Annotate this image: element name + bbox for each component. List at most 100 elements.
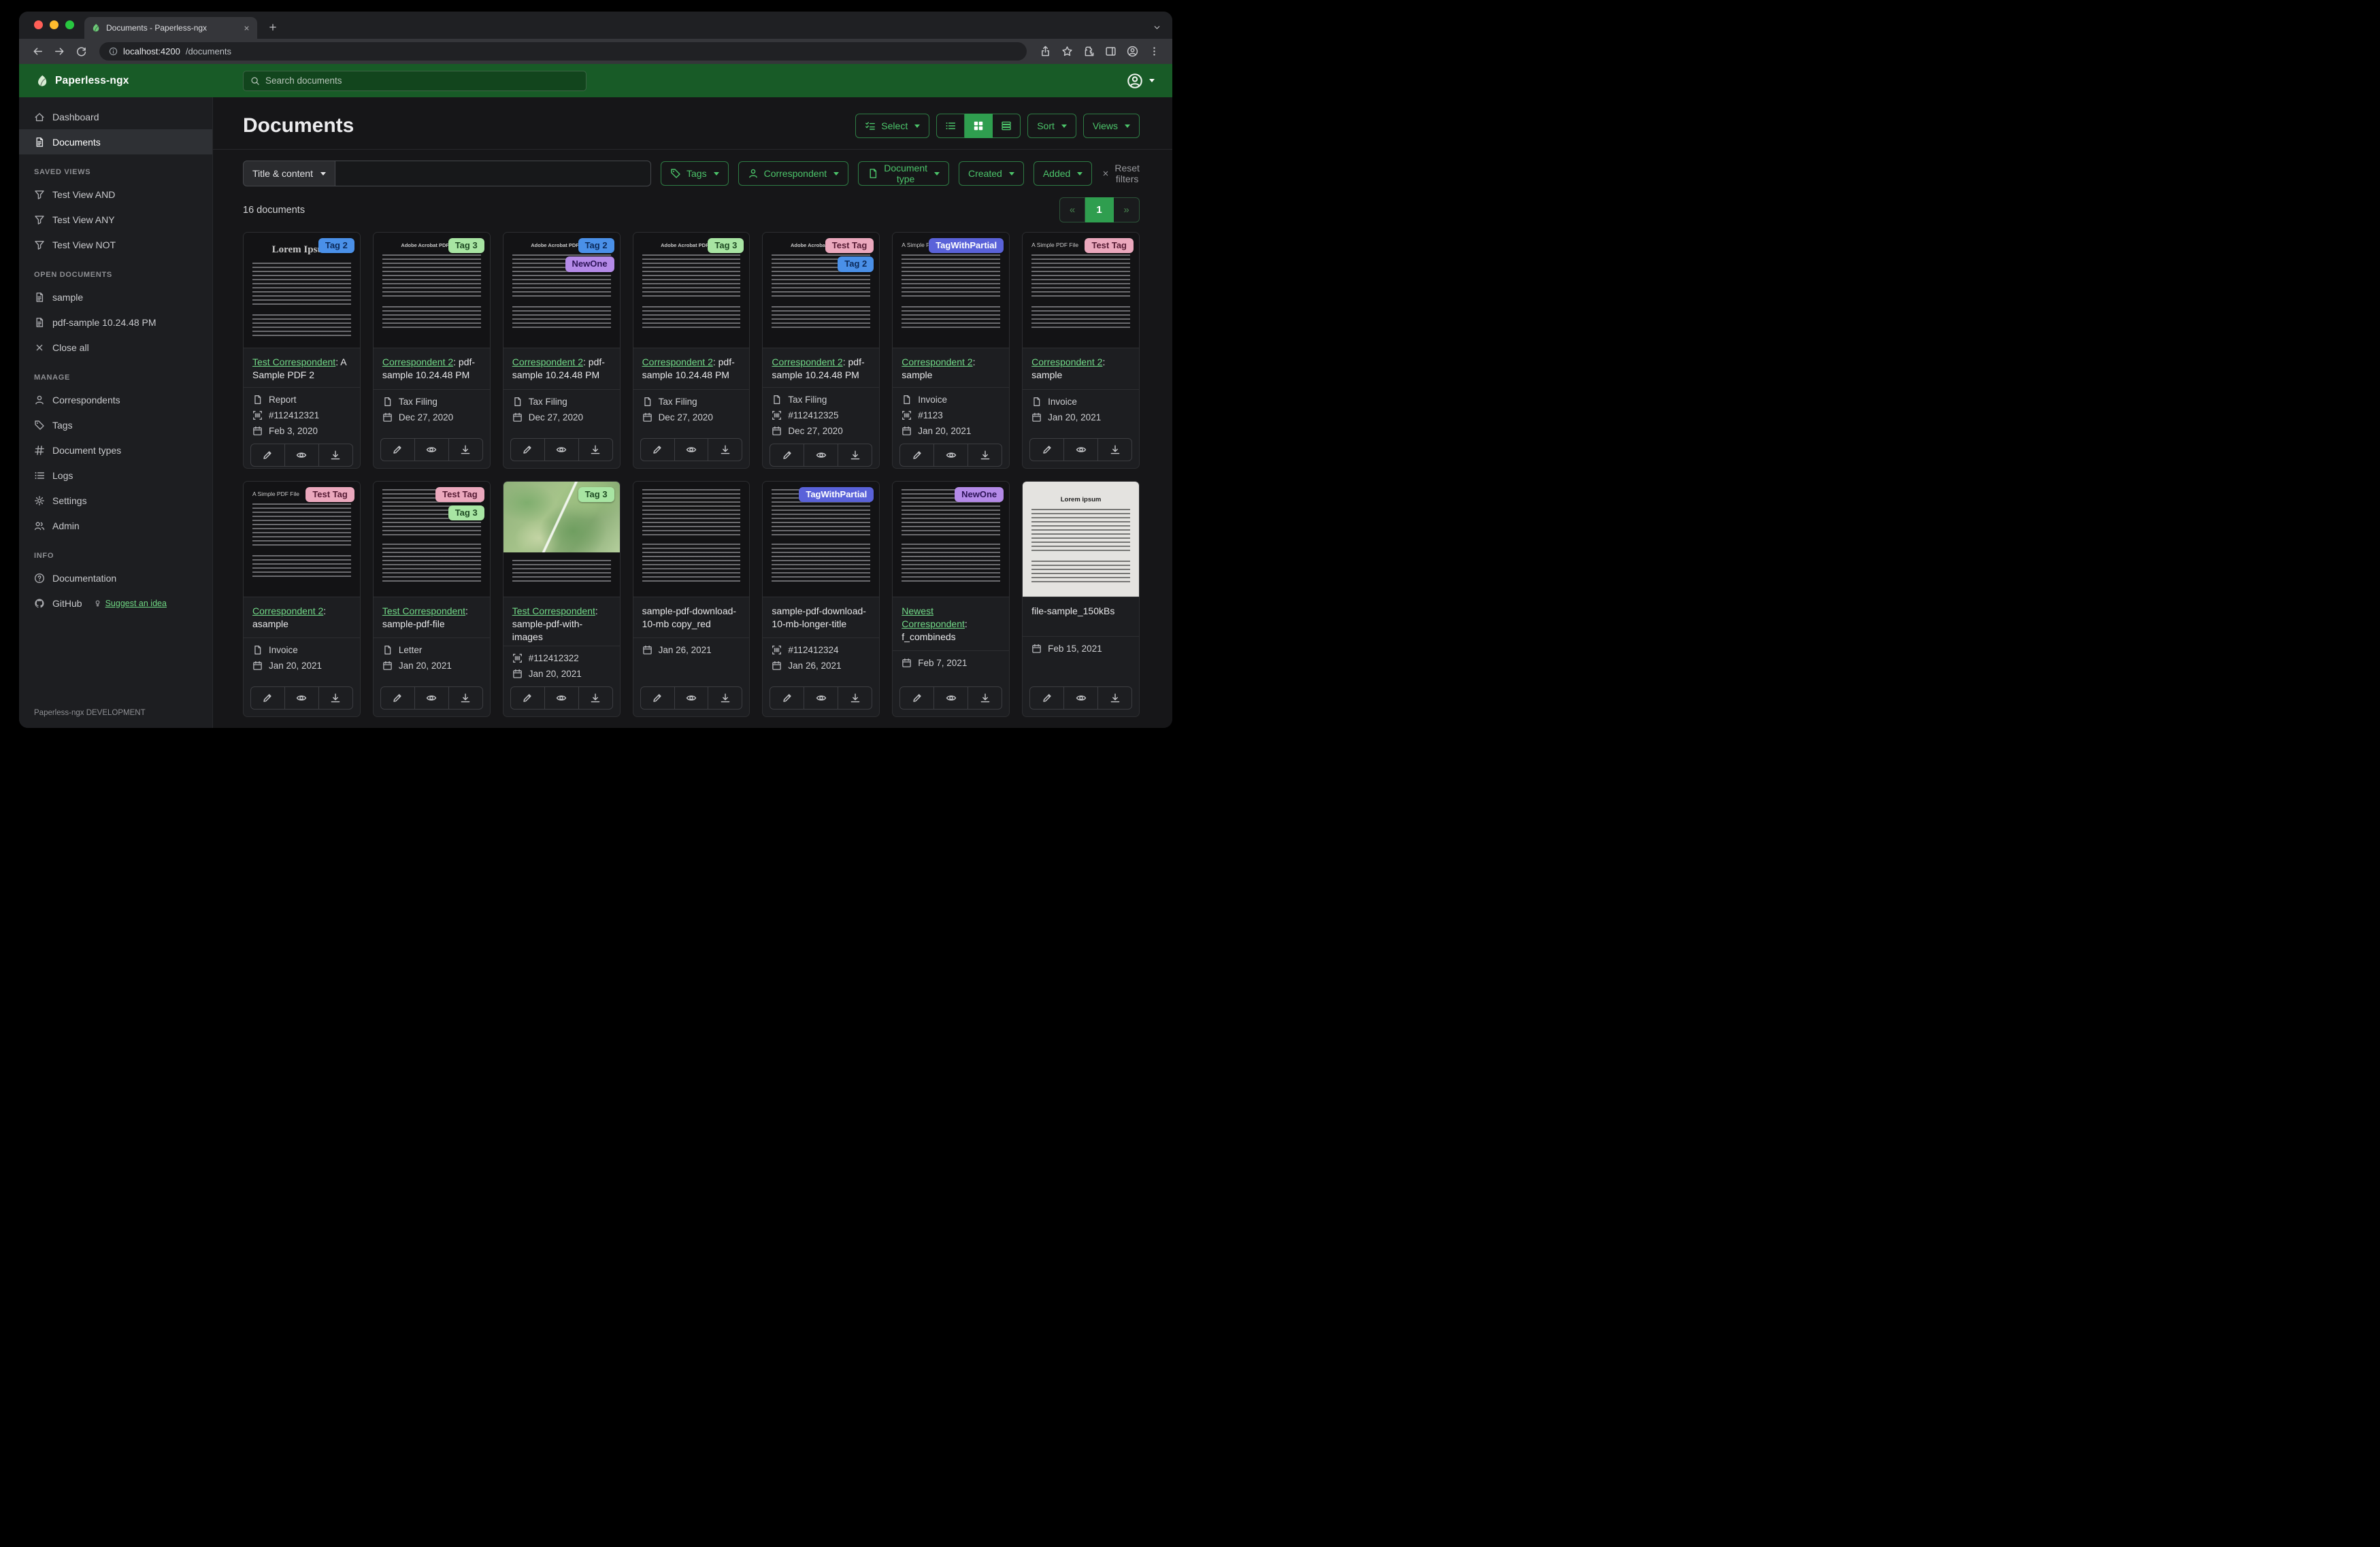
edit-button[interactable] xyxy=(1030,439,1063,461)
tag-badge[interactable]: Test Tag xyxy=(305,486,354,502)
document-thumbnail[interactable]: Lorem Ipsum Tag 2 xyxy=(244,233,360,348)
document-title[interactable]: Correspondent 2: pdf-sample 10.24.48 PM xyxy=(373,348,490,390)
tag-badge[interactable]: Tag 3 xyxy=(448,238,484,254)
document-title[interactable]: sample-pdf-download-10-mb-longer-title xyxy=(763,597,880,639)
reload-button[interactable] xyxy=(71,42,91,61)
tag-badge[interactable]: Tag 3 xyxy=(578,486,614,502)
select-button[interactable]: Select xyxy=(855,114,930,138)
preview-button[interactable] xyxy=(804,687,838,709)
address-bar[interactable]: localhost:4200/documents xyxy=(99,42,1027,61)
edit-button[interactable] xyxy=(251,444,284,466)
tag-badge[interactable]: Tag 3 xyxy=(708,238,744,254)
browser-menu-button[interactable] xyxy=(1144,42,1164,61)
tag-badge[interactable]: NewOne xyxy=(565,256,614,272)
detail-view-button[interactable] xyxy=(993,114,1021,138)
preview-button[interactable] xyxy=(674,687,708,709)
sidebar-item-admin[interactable]: Admin xyxy=(19,513,212,538)
sidebar-item-logs[interactable]: Logs xyxy=(19,463,212,488)
download-button[interactable] xyxy=(578,438,612,461)
preview-button[interactable] xyxy=(933,444,968,466)
edit-button[interactable] xyxy=(770,687,804,709)
tag-badge[interactable]: TagWithPartial xyxy=(929,238,1004,254)
edit-button[interactable] xyxy=(900,687,933,709)
sidebar-item-dashboard[interactable]: Dashboard xyxy=(19,104,212,129)
document-thumbnail[interactable]: Tag 3 xyxy=(503,481,620,597)
document-title[interactable]: sample-pdf-download-10-mb copy_red xyxy=(633,597,750,639)
browser-tab[interactable]: Documents - Paperless-ngx xyxy=(84,17,257,39)
download-button[interactable] xyxy=(448,687,482,709)
download-button[interactable] xyxy=(318,687,352,709)
sidebar-item-sample[interactable]: sample xyxy=(19,284,212,310)
preview-button[interactable] xyxy=(933,687,968,709)
new-tab-button[interactable] xyxy=(264,18,282,36)
sidebar-item-correspondents[interactable]: Correspondents xyxy=(19,387,212,412)
share-button[interactable] xyxy=(1035,42,1055,61)
bookmark-star-button[interactable] xyxy=(1057,42,1077,61)
preview-button[interactable] xyxy=(414,438,448,461)
preview-button[interactable] xyxy=(414,687,448,709)
zoom-window-button[interactable] xyxy=(65,20,74,29)
correspondent-link[interactable]: Correspondent 2 xyxy=(772,356,842,367)
sidebar-item-documentation[interactable]: Documentation xyxy=(19,565,212,590)
edit-button[interactable] xyxy=(1030,687,1063,709)
document-thumbnail[interactable]: Lorem ipsum xyxy=(1023,481,1139,597)
side-panel-button[interactable] xyxy=(1100,42,1121,61)
document-thumbnail[interactable]: Test Tag Tag 3 xyxy=(373,481,490,597)
preview-button[interactable] xyxy=(1063,438,1097,461)
download-button[interactable] xyxy=(838,444,872,466)
reset-filters-button[interactable]: Reset filters xyxy=(1102,163,1140,184)
tag-badge[interactable]: Test Tag xyxy=(825,238,874,254)
close-window-button[interactable] xyxy=(34,20,43,29)
edit-button[interactable] xyxy=(641,439,674,461)
correspondent-link[interactable]: Correspondent 2 xyxy=(642,356,713,367)
document-title[interactable]: file-sample_150kBs xyxy=(1023,597,1139,637)
page-prev-button[interactable]: « xyxy=(1059,197,1085,222)
filter-document-type-button[interactable]: Document type xyxy=(858,161,950,186)
edit-button[interactable] xyxy=(381,439,414,461)
preview-button[interactable] xyxy=(804,444,838,466)
filter-added-button[interactable]: Added xyxy=(1033,161,1093,186)
sidebar-item-test-view-any[interactable]: Test View ANY xyxy=(19,207,212,232)
filter-tags-button[interactable]: Tags xyxy=(661,161,729,186)
preview-button[interactable] xyxy=(284,444,318,466)
document-thumbnail[interactable]: NewOne xyxy=(893,481,1010,597)
tag-badge[interactable]: Tag 2 xyxy=(838,256,874,272)
download-button[interactable] xyxy=(838,687,872,709)
download-button[interactable] xyxy=(968,444,1002,466)
correspondent-link[interactable]: Correspondent 2 xyxy=(382,356,453,367)
edit-button[interactable] xyxy=(251,687,284,709)
grid-view-button[interactable] xyxy=(965,114,993,138)
correspondent-link[interactable]: Correspondent 2 xyxy=(512,356,583,367)
download-button[interactable] xyxy=(1097,687,1131,709)
tag-badge[interactable]: TagWithPartial xyxy=(799,486,874,502)
download-button[interactable] xyxy=(578,687,612,709)
tag-badge[interactable]: Tag 2 xyxy=(578,238,614,254)
sidebar-item-tags[interactable]: Tags xyxy=(19,412,212,437)
sidebar-item-pdf-sample-10-24-48-pm[interactable]: pdf-sample 10.24.48 PM xyxy=(19,310,212,335)
extensions-button[interactable] xyxy=(1078,42,1099,61)
correspondent-link[interactable]: Test Correspondent xyxy=(382,605,465,616)
correspondent-link[interactable]: Correspondent 2 xyxy=(252,605,323,616)
document-thumbnail[interactable]: Adobe Acrobat PDF Files Tag 2 NewOne xyxy=(503,233,620,348)
document-title[interactable]: Correspondent 2: sample xyxy=(893,348,1010,388)
preview-button[interactable] xyxy=(544,438,578,461)
document-title[interactable]: Correspondent 2: asample xyxy=(244,597,360,639)
search-input[interactable] xyxy=(265,76,579,86)
correspondent-link[interactable]: Correspondent 2 xyxy=(902,356,972,367)
correspondent-link[interactable]: Test Correspondent xyxy=(252,356,335,367)
document-title[interactable]: Correspondent 2: pdf-sample 10.24.48 PM xyxy=(763,348,880,388)
sidebar-item-github[interactable]: GitHub xyxy=(34,598,82,609)
suggest-idea-link[interactable]: Suggest an idea xyxy=(93,599,167,608)
sidebar-item-close-all[interactable]: Close all xyxy=(19,335,212,360)
document-title[interactable]: Correspondent 2: pdf-sample 10.24.48 PM xyxy=(503,348,620,390)
correspondent-link[interactable]: Newest Correspondent xyxy=(902,605,965,629)
filter-created-button[interactable]: Created xyxy=(959,161,1024,186)
download-button[interactable] xyxy=(448,438,482,461)
edit-button[interactable] xyxy=(511,439,544,461)
page-1-button[interactable]: 1 xyxy=(1085,197,1114,222)
tab-close-icon[interactable] xyxy=(243,24,250,32)
preview-button[interactable] xyxy=(544,687,578,709)
download-button[interactable] xyxy=(318,444,352,466)
browser-profile-avatar[interactable] xyxy=(1122,42,1142,61)
preview-button[interactable] xyxy=(1063,687,1097,709)
